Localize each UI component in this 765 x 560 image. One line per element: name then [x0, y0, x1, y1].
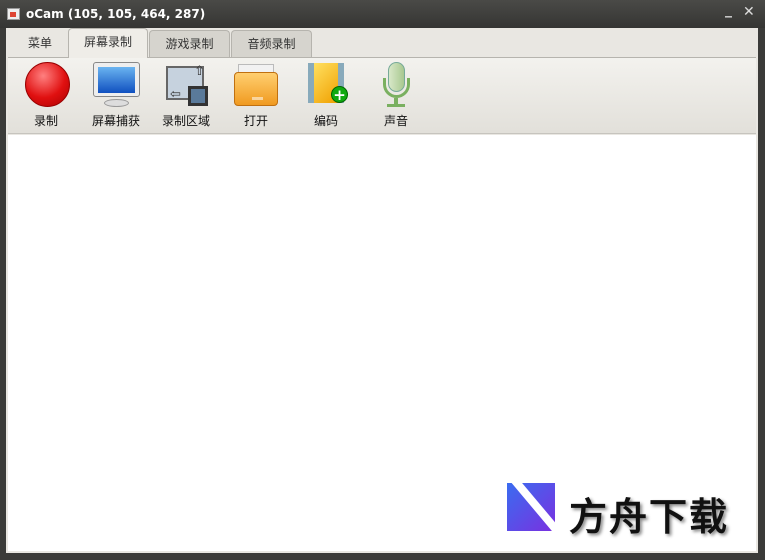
toolbar: 录制 屏幕捕获 ⇧ ⇦ 录制区域 打开 + 编码 声音 [8, 57, 756, 134]
title-bar: oCam (105, 105, 464, 287) _ ✕ [0, 0, 765, 28]
app-icon [7, 8, 20, 20]
tab-menu[interactable]: 菜单 [12, 30, 68, 57]
open-label: 打开 [243, 114, 268, 128]
window-title: oCam (105, 105, 464, 287) [26, 7, 206, 21]
screen-capture-button[interactable]: 屏幕捕获 [83, 62, 149, 130]
watermark-text: 方舟下载 [569, 495, 730, 539]
sound-button[interactable]: 声音 [363, 62, 429, 130]
record-label: 录制 [33, 114, 58, 128]
folder-icon [232, 62, 280, 108]
tab-bar: 菜单 屏幕录制 游戏录制 音频录制 [6, 28, 758, 58]
close-button[interactable]: ✕ [743, 4, 755, 20]
monitor-icon [92, 62, 140, 108]
open-button[interactable]: 打开 [223, 62, 289, 130]
film-add-icon: + [302, 62, 350, 108]
sound-label: 声音 [383, 114, 408, 128]
region-icon: ⇧ ⇦ [162, 62, 210, 108]
record-icon [22, 62, 70, 108]
encode-button[interactable]: + 编码 [293, 62, 359, 130]
record-button[interactable]: 录制 [13, 62, 79, 130]
record-region-button[interactable]: ⇧ ⇦ 录制区域 [153, 62, 219, 130]
tab-screen-record[interactable]: 屏幕录制 [68, 28, 148, 58]
record-region-label: 录制区域 [161, 114, 210, 128]
microphone-icon [372, 62, 420, 108]
encode-label: 编码 [313, 114, 338, 128]
tab-game-record[interactable]: 游戏录制 [149, 30, 230, 57]
screen-capture-label: 屏幕捕获 [91, 114, 140, 128]
tab-audio-record[interactable]: 音频录制 [231, 30, 312, 57]
preview-area: 方舟下载 [8, 135, 756, 551]
main-window: 菜单 屏幕录制 游戏录制 音频录制 录制 屏幕捕获 ⇧ ⇦ 录制区域 打开 + 编… [6, 28, 758, 553]
minimize-button[interactable]: _ [725, 2, 732, 18]
watermark-logo: 方舟下载 [507, 482, 747, 539]
logo-icon [507, 483, 555, 531]
